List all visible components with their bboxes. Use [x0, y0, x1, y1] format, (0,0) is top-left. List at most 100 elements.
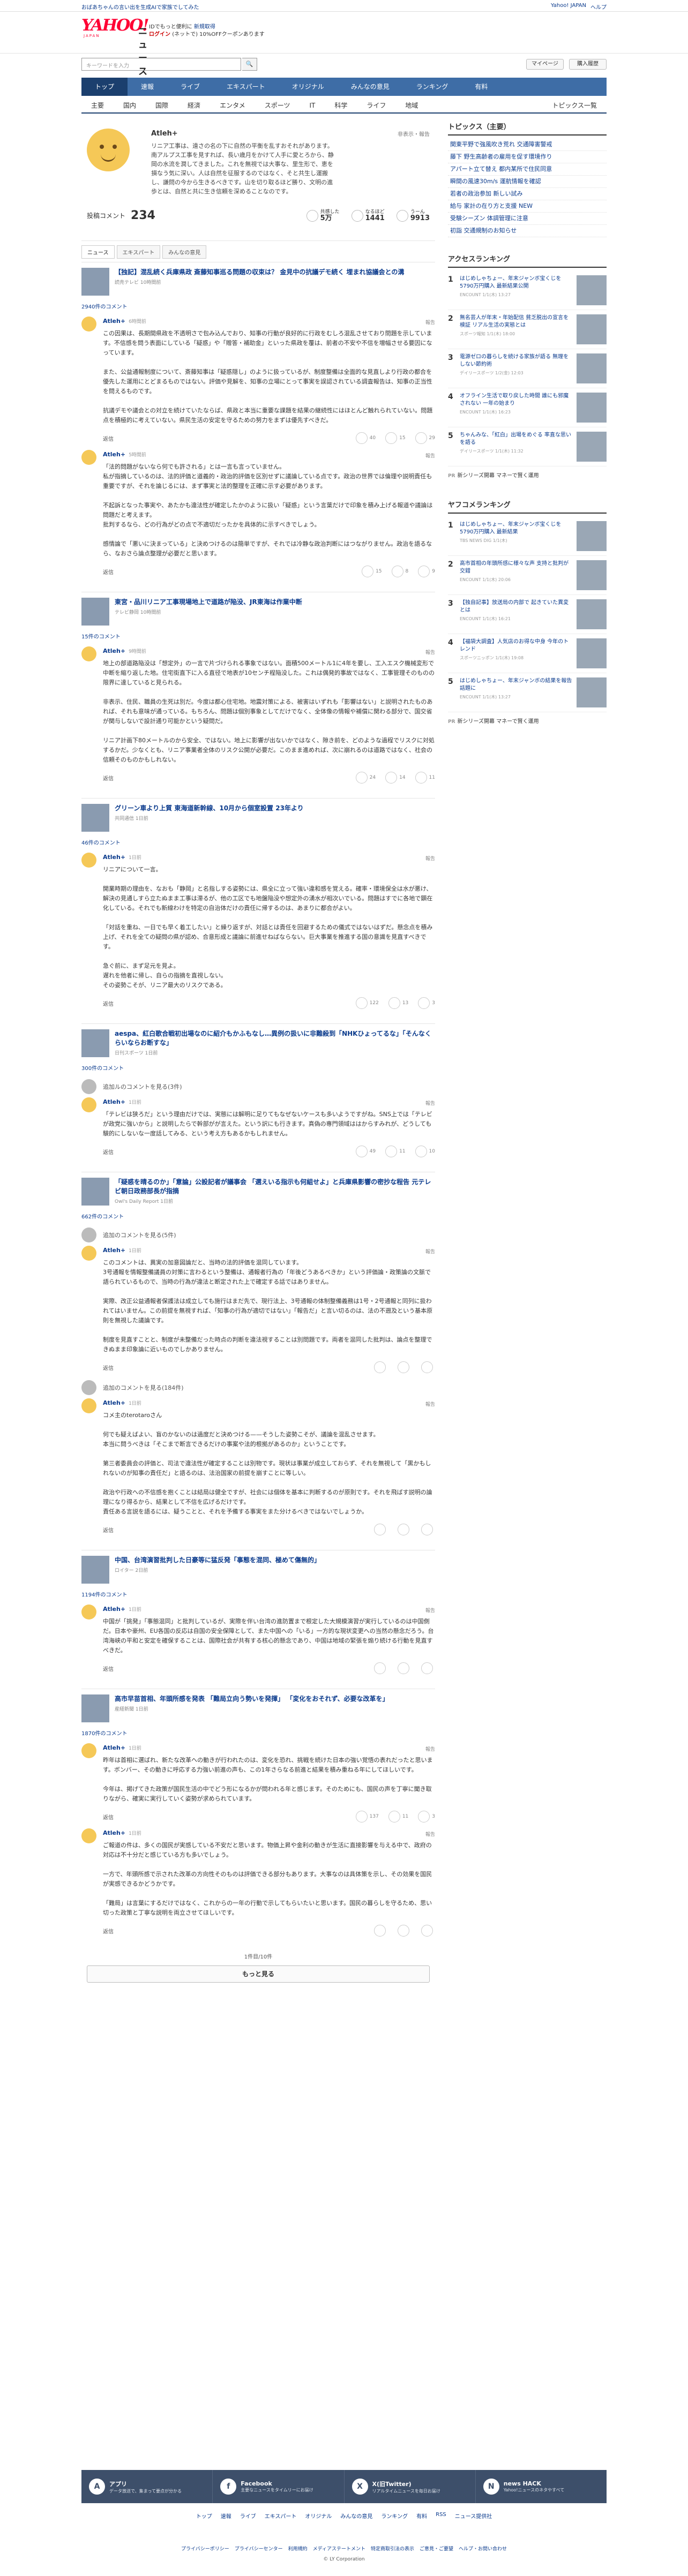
footer-facebook[interactable]: f Facebook 主要なニュースをタイムリーにお届け	[213, 2470, 345, 2503]
nav-expert[interactable]: エキスパート	[213, 78, 279, 96]
rank-title[interactable]: 高市首相の年頭所感に様々な声 支持と批判が交錯	[460, 560, 572, 575]
footer-nav-link[interactable]: ニュース提供社	[455, 2512, 492, 2520]
nav-live[interactable]: ライブ	[167, 78, 213, 96]
rank-thumbnail[interactable]	[577, 560, 607, 590]
comment-author[interactable]: Atleh+	[103, 1829, 125, 1836]
footer-nav-link[interactable]: ライブ	[240, 2512, 256, 2520]
topic-item[interactable]: 初詣 交通規制のお知らせ	[448, 225, 607, 237]
rank-thumbnail[interactable]	[577, 275, 607, 305]
vote-empathy-button[interactable]	[374, 1662, 388, 1674]
nav-paid[interactable]: 有料	[461, 78, 501, 96]
vote-insightful-button[interactable]	[398, 1925, 412, 1937]
subnav-science[interactable]: 科学	[325, 97, 357, 112]
article-title[interactable]: 高市早苗首相、年頭所感を発表 「難局立向う勢いを発揮」 「変化をおそれず、必要な…	[115, 1694, 389, 1704]
reply-button[interactable]: 返信	[103, 774, 114, 782]
article-title[interactable]: 中国、台湾演習批判した日豪等に猛反発「事態を混同、極めて傷無的」	[115, 1556, 320, 1565]
rank-title[interactable]: オフライン生活で取り戻した時間 誰にも邪魔されない 一年の始まり	[460, 393, 572, 408]
mypage-button[interactable]: マイページ	[526, 59, 564, 70]
history-button[interactable]: 購入履歴	[569, 59, 607, 70]
rank-thumbnail[interactable]	[577, 353, 607, 383]
topic-item[interactable]: 関東平野で強風吹き荒れ 交通障害警戒	[448, 139, 607, 151]
article-thumbnail[interactable]	[81, 1178, 109, 1206]
vote-insightful-button[interactable]: 11	[388, 1811, 408, 1822]
vote-insightful-button[interactable]	[398, 1524, 412, 1535]
rank-title[interactable]: はじめしゃちょー、年末ジャンボ宝くじを5790万円購入 最新結果	[460, 521, 572, 536]
nav-original[interactable]: オリジナル	[279, 78, 338, 96]
ranking-item[interactable]: 2 無名芸人が年末・年始配信 貧乏脱出の宣言を検証 リアル生活の実態とは スポーツ報…	[448, 310, 607, 349]
subnav-life[interactable]: ライフ	[357, 97, 395, 112]
footer-nav-link[interactable]: エキスパート	[265, 2512, 297, 2520]
article-thumbnail[interactable]	[81, 1694, 109, 1722]
ranking-item[interactable]: 4 オフライン生活で取り戻した時間 誰にも邪魔されない 一年の始まり ENCOUNT…	[448, 388, 607, 427]
nav-top[interactable]: トップ	[81, 78, 128, 96]
footer-nav-link[interactable]: トップ	[196, 2512, 212, 2520]
report-link[interactable]: 報告	[425, 1745, 435, 1752]
subnav-sports[interactable]: スポーツ	[255, 97, 300, 112]
vote-hmm-button[interactable]: 3	[418, 1811, 435, 1822]
hidden-comments-toggle[interactable]: 追加ルのコメントを見る(3件)	[81, 1077, 435, 1096]
reply-button[interactable]: 返信	[103, 1664, 114, 1673]
vote-insightful-button[interactable]: 14	[385, 772, 406, 784]
vote-empathy-button[interactable]: 49	[355, 1146, 376, 1157]
vote-insightful-button[interactable]	[398, 1662, 412, 1674]
rank-thumbnail[interactable]	[577, 521, 607, 551]
article-thumbnail[interactable]	[81, 268, 109, 296]
rank-title[interactable]: 電源ゼロの暮らしを続ける家族が語る 無理をしない節約術	[460, 353, 572, 368]
ranking-item[interactable]: 5 ちゃんみな、「紅白」出場をめぐる 率直な思いを語る デイリースポーツ 1/1(木…	[448, 427, 607, 466]
tab-expert[interactable]: エキスパート	[116, 245, 161, 259]
article-card[interactable]: 東宮・品川リニア工事現場地上で道路が陥没、JR東海は作業中断 テレビ静岡 10時間…	[81, 592, 435, 630]
legal-link[interactable]: ご意見・ご要望	[420, 2545, 453, 2552]
footer-nav-link[interactable]: ランキング	[381, 2512, 408, 2520]
legal-link[interactable]: ヘルプ・お問い合わせ	[459, 2545, 507, 2552]
signup-link[interactable]: 新規取得	[194, 24, 215, 30]
comment-author[interactable]: Atleh+	[103, 1399, 125, 1406]
comment-count-link[interactable]: 2940件のコメント	[81, 302, 435, 310]
comment-author[interactable]: Atleh+	[103, 1098, 125, 1105]
ranking-item[interactable]: 3 電源ゼロの暮らしを続ける家族が語る 無理をしない節約術 デイリースポーツ 1/2…	[448, 349, 607, 388]
yahoo-home-link[interactable]: Yahoo! JAPAN	[551, 3, 586, 11]
comment-author[interactable]: Atleh+	[103, 1744, 125, 1751]
article-title[interactable]: グリーン車より上質 東海道新幹線、10月から個室設置 23年より	[115, 804, 304, 813]
reply-button[interactable]: 返信	[103, 1927, 114, 1935]
rank-title[interactable]: はじめしゃちょー、年末ジャンボの結果を報告 話題に	[460, 677, 572, 692]
nav-flash[interactable]: 速報	[128, 78, 167, 96]
rank-title[interactable]: 無名芸人が年末・年始配信 貧乏脱出の宣言を検証 リアル生活の実態とは	[460, 314, 572, 329]
search-button[interactable]: 🔍	[242, 58, 257, 71]
vote-empathy-button[interactable]	[374, 1361, 388, 1373]
article-card[interactable]: 【独記】混乱続く兵庫県政 斎藤知事巡る問題の収束は？ 金見中の抗議デモ続く 埋ま…	[81, 262, 435, 300]
report-link[interactable]: 報告	[425, 1248, 435, 1255]
subnav-entertainment[interactable]: エンタメ	[210, 97, 255, 112]
comment-count-link[interactable]: 1194件のコメント	[81, 1590, 435, 1598]
subnav-world[interactable]: 国際	[146, 97, 178, 112]
rank-title[interactable]: 【独自記事】放送局の内部で 起きていた異変とは	[460, 599, 572, 614]
nav-opinion[interactable]: みんなの意見	[338, 78, 403, 96]
footer-app[interactable]: A アプリ データ放送で、集まって要点が分かる	[81, 2470, 213, 2503]
ranking-item[interactable]: 1 はじめしゃちょー、年末ジャンボ宝くじを5790万円購入 最新結果 TBS NEW…	[448, 517, 607, 556]
subnav-domestic[interactable]: 国内	[114, 97, 146, 112]
vote-hmm-button[interactable]: 11	[415, 772, 435, 784]
footer-nav-link[interactable]: みんなの意見	[340, 2512, 372, 2520]
comment-author[interactable]: Atleh+	[103, 451, 125, 458]
report-link[interactable]: 報告	[425, 649, 435, 656]
vote-hmm-button[interactable]: 3	[418, 997, 435, 1009]
vote-insightful-button[interactable]: 15	[385, 432, 406, 444]
legal-link[interactable]: プライバシーポリシー	[181, 2545, 229, 2552]
report-link[interactable]: 報告	[425, 319, 435, 326]
comment-count-link[interactable]: 300件のコメント	[81, 1064, 435, 1072]
rank-thumbnail[interactable]	[577, 638, 607, 668]
pr-banner-2[interactable]: PR 新シリーズ開幕 マネーで賢く運用	[448, 712, 607, 729]
rank-thumbnail[interactable]	[577, 432, 607, 462]
vote-empathy-button[interactable]	[374, 1925, 388, 1937]
vote-insightful-button[interactable]	[398, 1361, 412, 1373]
article-card[interactable]: 高市早苗首相、年頭所感を発表 「難局立向う勢いを発揮」 「変化をおそれず、必要な…	[81, 1689, 435, 1727]
promo-link[interactable]: おばあちゃんの言い出を生成AIで家族でしてみた	[81, 3, 199, 11]
rank-title[interactable]: はじめしゃちょー、年末ジャンボ宝くじを5790万円購入 最新結果公開	[460, 275, 572, 290]
legal-link[interactable]: メディアステートメント	[313, 2545, 365, 2552]
vote-hmm-button[interactable]	[421, 1662, 435, 1674]
legal-link[interactable]: 特定商取引法の表示	[371, 2545, 414, 2552]
footer-x[interactable]: X X(旧Twitter) リアルタイムニュースを毎日お届け	[345, 2470, 476, 2503]
comment-count-link[interactable]: 46件のコメント	[81, 838, 435, 846]
report-link[interactable]: 報告	[425, 1607, 435, 1614]
reply-button[interactable]: 返信	[103, 999, 114, 1007]
reply-button[interactable]: 返信	[103, 1364, 114, 1372]
